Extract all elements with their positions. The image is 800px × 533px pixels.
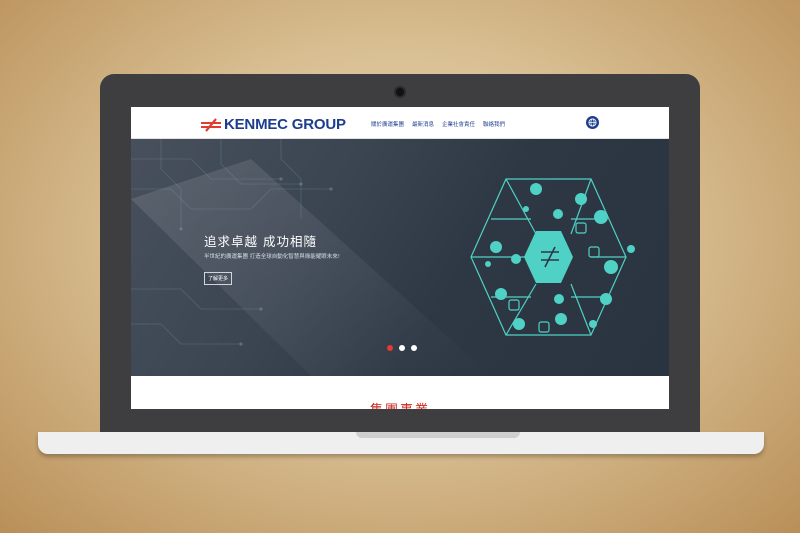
laptop-base bbox=[38, 432, 764, 454]
site-header: KENMEC GROUP 關於廣運集團 最新消息 企業社會責任 聯絡我們 bbox=[131, 107, 669, 139]
carousel-dots bbox=[387, 345, 417, 351]
hero-subtitle: 半世紀的廣運集團 打造全球自動化智慧與綠能耀眼未來! bbox=[204, 254, 340, 260]
website-screen: KENMEC GROUP 關於廣運集團 最新消息 企業社會責任 聯絡我們 追求卓… bbox=[131, 107, 669, 409]
hero-headline: 追求卓越 成功相隨 bbox=[204, 234, 317, 249]
carousel-dot-2[interactable] bbox=[399, 345, 405, 351]
carousel-dot-3[interactable] bbox=[411, 345, 417, 351]
nav-item-contact[interactable]: 聯絡我們 bbox=[483, 120, 505, 128]
main-nav: 關於廣運集團 最新消息 企業社會責任 聯絡我們 bbox=[371, 120, 505, 128]
laptop-base-notch bbox=[356, 432, 520, 438]
webcam bbox=[394, 86, 406, 98]
nav-item-csr[interactable]: 企業社會責任 bbox=[442, 120, 475, 128]
carousel-dot-1[interactable] bbox=[387, 345, 393, 351]
hero-banner: 追求卓越 成功相隨 半世紀的廣運集團 打造全球自動化智慧與綠能耀眼未來! 了解更… bbox=[131, 139, 669, 376]
section-heading: 集團事業 bbox=[131, 399, 669, 409]
kenmec-logo-mark bbox=[201, 117, 221, 132]
logo[interactable]: KENMEC GROUP bbox=[201, 116, 346, 133]
globe-icon[interactable] bbox=[586, 116, 599, 129]
learn-more-button[interactable]: 了解更多 bbox=[204, 272, 232, 285]
nav-item-about[interactable]: 關於廣運集團 bbox=[371, 120, 404, 128]
nav-item-news[interactable]: 最新消息 bbox=[412, 120, 434, 128]
logo-text: KENMEC GROUP bbox=[224, 116, 346, 133]
